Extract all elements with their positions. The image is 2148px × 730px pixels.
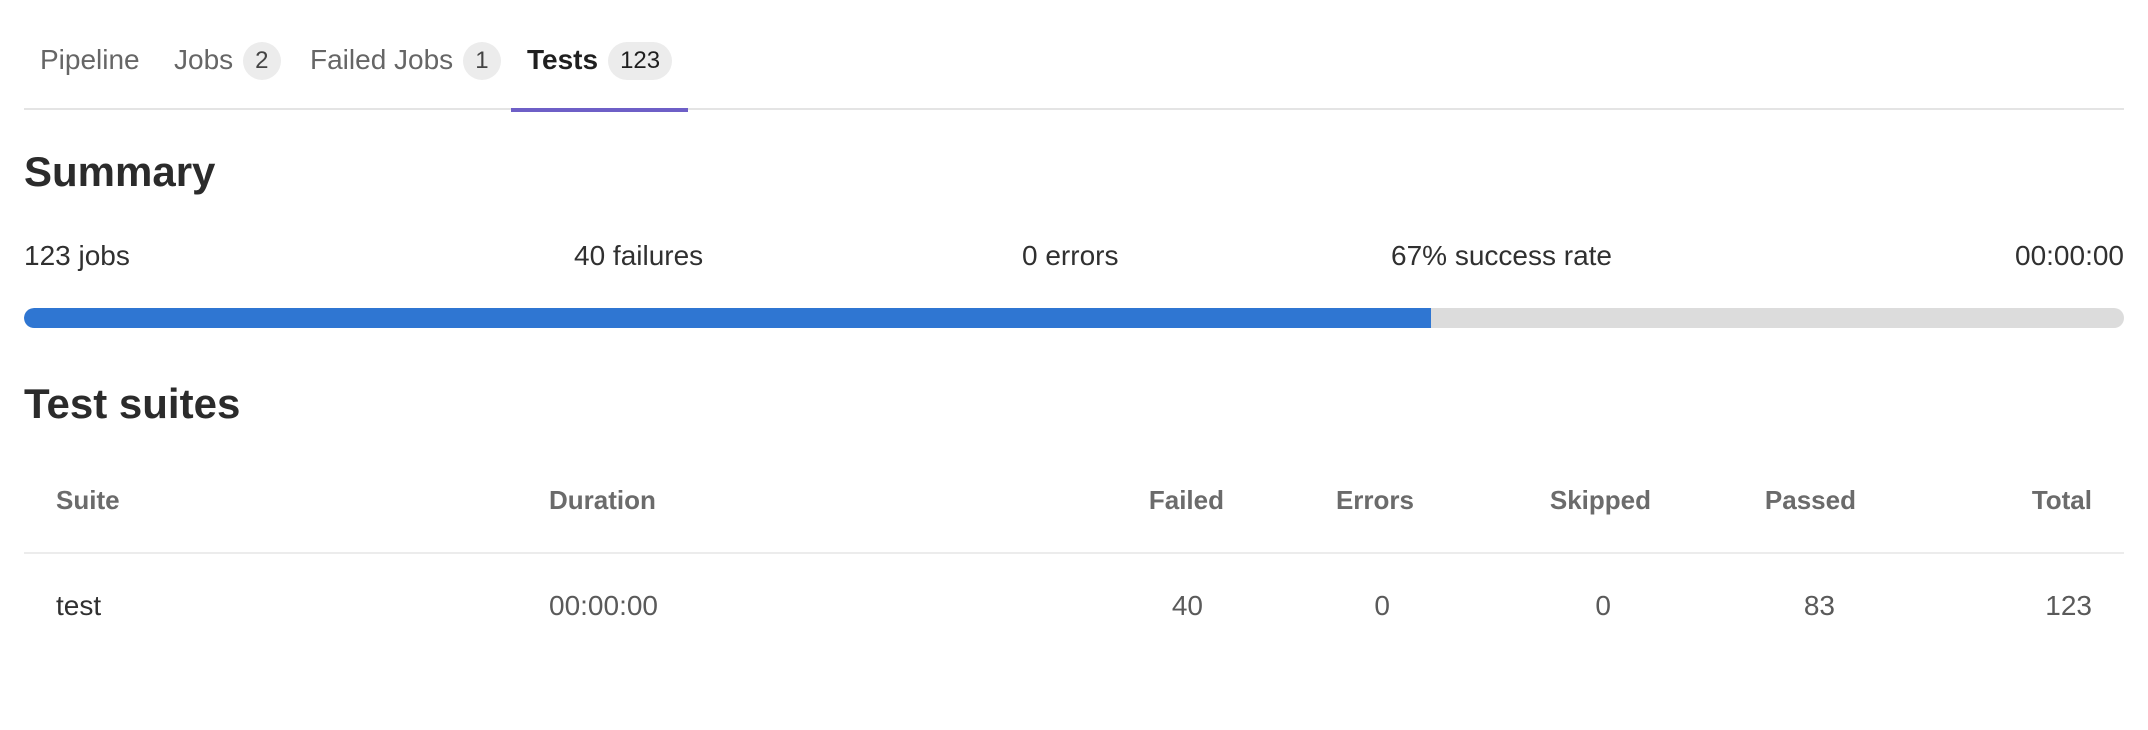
table-row[interactable]: test 00:00:00 40 0 0 83 123 <box>24 554 2124 664</box>
column-header-skipped: Skipped <box>1549 485 1651 515</box>
success-progress-bar <box>24 308 2124 328</box>
tab-tests-label: Tests <box>527 44 599 75</box>
suite-name: test <box>56 590 102 621</box>
summary-heading: Summary <box>24 148 216 195</box>
suite-total-count: 123 <box>2045 590 2092 621</box>
tab-jobs-count-badge: 2 <box>243 42 281 80</box>
tab-failed-jobs[interactable]: Failed Jobs 1 <box>310 38 501 110</box>
suite-failed-count: 40 <box>1171 590 1203 621</box>
suite-passed-count: 83 <box>1803 590 1835 621</box>
pipeline-tabs: Pipeline Jobs 2 Failed Jobs 1 Tests 123 <box>24 0 2124 112</box>
table-header-row: Suite Duration Failed Errors Skipped Pas… <box>24 460 2124 554</box>
tab-pipeline-label: Pipeline <box>40 44 140 75</box>
column-header-errors: Errors <box>1335 485 1414 515</box>
tab-jobs-label: Jobs <box>174 44 234 75</box>
column-header-total: Total <box>2031 485 2092 515</box>
tab-failed-jobs-count-badge: 1 <box>463 42 501 80</box>
tab-pipeline[interactable]: Pipeline <box>40 38 140 110</box>
suite-duration: 00:00:00 <box>549 590 658 621</box>
column-header-suite: Suite <box>56 485 120 515</box>
pipeline-tests-page: Pipeline Jobs 2 Failed Jobs 1 Tests 123 … <box>0 0 2148 730</box>
column-header-failed: Failed <box>1148 485 1224 515</box>
tab-tests-count-badge: 123 <box>608 42 673 80</box>
test-suites-heading: Test suites <box>24 380 241 427</box>
total-duration: 00:00:00 <box>2015 240 2124 271</box>
test-suites-table: Suite Duration Failed Errors Skipped Pas… <box>24 460 2124 664</box>
column-header-duration: Duration <box>549 485 656 515</box>
success-rate: 67% success rate <box>1391 240 1612 271</box>
tab-jobs[interactable]: Jobs 2 <box>174 38 281 110</box>
failures-count: 40 failures <box>574 240 704 271</box>
errors-count: 0 errors <box>1022 240 1119 271</box>
summary-stats: 123 jobs 40 failures 0 errors 67% succes… <box>24 240 2124 280</box>
column-header-passed: Passed <box>1764 485 1856 515</box>
tab-tests[interactable]: Tests 123 <box>510 38 689 112</box>
jobs-count: 123 jobs <box>24 240 130 271</box>
suite-errors-count: 0 <box>1374 590 1390 621</box>
success-progress-fill <box>24 308 1431 328</box>
suite-skipped-count: 0 <box>1595 590 1611 621</box>
tab-failed-jobs-label: Failed Jobs <box>310 44 454 75</box>
